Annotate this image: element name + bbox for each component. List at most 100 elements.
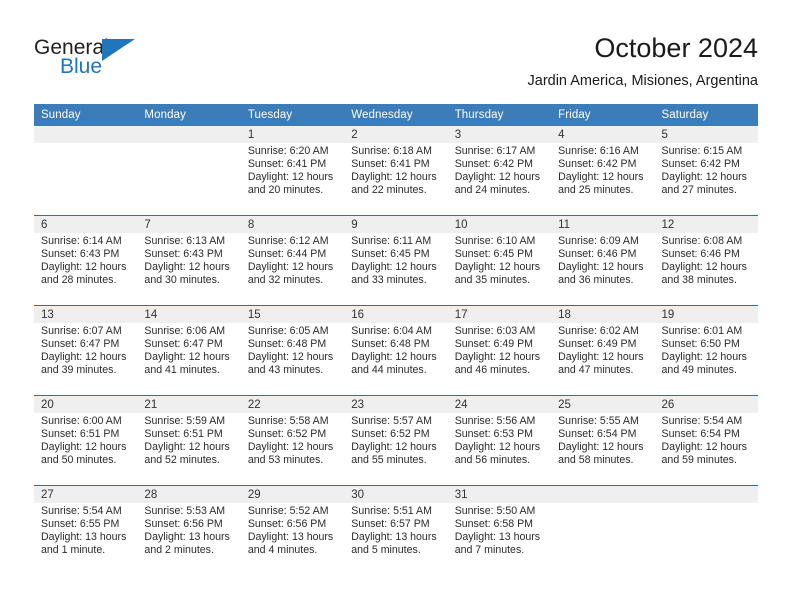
day-number: 1	[240, 126, 345, 143]
day-details: Sunrise: 5:55 AM Sunset: 6:54 PM Dayligh…	[551, 413, 654, 467]
page-subtitle: Jardin America, Misiones, Argentina	[527, 73, 759, 89]
day-cell[interactable]	[137, 126, 241, 216]
day-cell[interactable]: 18 Sunrise: 6:02 AM Sunset: 6:49 PM Dayl…	[551, 305, 655, 396]
general-blue-logo[interactable]: General Blue	[34, 36, 214, 88]
day-details: Sunrise: 5:51 AM Sunset: 6:57 PM Dayligh…	[344, 503, 447, 557]
sunset-text: Sunset: 6:52 PM	[247, 427, 327, 440]
daylight-text: Daylight: 12 hours and 30 minutes.	[144, 260, 230, 286]
daylight-text: Daylight: 12 hours and 28 minutes.	[41, 260, 127, 286]
day-cell[interactable]: 31 Sunrise: 5:50 AM Sunset: 6:58 PM Dayl…	[447, 485, 552, 575]
day-cell[interactable]	[654, 485, 758, 575]
day-cell[interactable]: 29 Sunrise: 5:52 AM Sunset: 6:56 PM Dayl…	[240, 485, 345, 575]
day-number: 30	[344, 486, 448, 503]
sunset-text: Sunset: 6:56 PM	[144, 517, 223, 530]
day-number: 19	[654, 306, 758, 323]
day-cell[interactable]: 2 Sunrise: 6:18 AM Sunset: 6:41 PM Dayli…	[344, 126, 448, 216]
day-cell[interactable]: 3 Sunrise: 6:17 AM Sunset: 6:42 PM Dayli…	[447, 126, 552, 216]
day-number: 6	[34, 216, 138, 233]
daylight-text: Daylight: 12 hours and 38 minutes.	[661, 260, 747, 286]
day-cell[interactable]: 7 Sunrise: 6:13 AM Sunset: 6:43 PM Dayli…	[137, 215, 241, 306]
sunrise-text: Sunrise: 5:52 AM	[247, 505, 329, 517]
day-cell[interactable]: 20 Sunrise: 6:00 AM Sunset: 6:51 PM Dayl…	[34, 395, 138, 486]
day-cell[interactable]: 10 Sunrise: 6:10 AM Sunset: 6:45 PM Dayl…	[447, 215, 552, 306]
daylight-text: Daylight: 12 hours and 52 minutes.	[144, 440, 230, 466]
day-details: Sunrise: 6:08 AM Sunset: 6:46 PM Dayligh…	[655, 233, 758, 287]
sunset-text: Sunset: 6:50 PM	[661, 337, 740, 350]
sunrise-text: Sunrise: 5:54 AM	[41, 505, 122, 517]
day-details: Sunrise: 6:05 AM Sunset: 6:48 PM Dayligh…	[241, 323, 344, 377]
sunrise-text: Sunrise: 6:03 AM	[454, 325, 536, 337]
sunset-text: Sunset: 6:56 PM	[247, 517, 327, 530]
day-cell[interactable]: 28 Sunrise: 5:53 AM Sunset: 6:56 PM Dayl…	[137, 485, 241, 575]
day-cell[interactable]: 24 Sunrise: 5:56 AM Sunset: 6:53 PM Dayl…	[447, 395, 552, 486]
day-cell[interactable]: 16 Sunrise: 6:04 AM Sunset: 6:48 PM Dayl…	[344, 305, 448, 396]
daylight-text: Daylight: 12 hours and 27 minutes.	[661, 170, 747, 196]
weekday-header-saturday: Saturday	[654, 104, 758, 126]
sunrise-text: Sunrise: 5:51 AM	[351, 505, 432, 517]
day-cell[interactable]	[34, 126, 138, 216]
sunrise-text: Sunrise: 6:15 AM	[661, 145, 743, 157]
day-details: Sunrise: 5:53 AM Sunset: 6:56 PM Dayligh…	[137, 503, 240, 557]
daylight-text: Daylight: 13 hours and 4 minutes.	[247, 530, 334, 556]
day-number: 24	[447, 396, 552, 413]
sunrise-text: Sunrise: 6:18 AM	[351, 145, 432, 157]
day-number: 5	[654, 126, 758, 143]
weekday-header-wednesday: Wednesday	[344, 104, 448, 126]
sunrise-text: Sunrise: 6:01 AM	[661, 325, 743, 337]
daylight-text: Daylight: 12 hours and 58 minutes.	[558, 440, 644, 466]
day-details: Sunrise: 6:14 AM Sunset: 6:43 PM Dayligh…	[34, 233, 137, 287]
day-cell[interactable]: 17 Sunrise: 6:03 AM Sunset: 6:49 PM Dayl…	[447, 305, 552, 396]
day-cell[interactable]: 19 Sunrise: 6:01 AM Sunset: 6:50 PM Dayl…	[654, 305, 758, 396]
day-cell[interactable]: 6 Sunrise: 6:14 AM Sunset: 6:43 PM Dayli…	[34, 215, 138, 306]
logo-text-blue: Blue	[60, 55, 103, 78]
day-cell[interactable]: 13 Sunrise: 6:07 AM Sunset: 6:47 PM Dayl…	[34, 305, 138, 396]
day-number: 26	[654, 396, 758, 413]
day-details: Sunrise: 5:59 AM Sunset: 6:51 PM Dayligh…	[137, 413, 240, 467]
day-cell[interactable]: 25 Sunrise: 5:55 AM Sunset: 6:54 PM Dayl…	[551, 395, 655, 486]
day-cell[interactable]: 15 Sunrise: 6:05 AM Sunset: 6:48 PM Dayl…	[240, 305, 345, 396]
day-cell[interactable]: 12 Sunrise: 6:08 AM Sunset: 6:46 PM Dayl…	[654, 215, 758, 306]
sunrise-text: Sunrise: 5:54 AM	[661, 415, 743, 427]
sunset-text: Sunset: 6:52 PM	[351, 427, 430, 440]
sunrise-text: Sunrise: 5:57 AM	[351, 415, 432, 427]
day-cell[interactable]: 4 Sunrise: 6:16 AM Sunset: 6:42 PM Dayli…	[551, 126, 655, 216]
day-details: Sunrise: 5:54 AM Sunset: 6:55 PM Dayligh…	[34, 503, 137, 557]
day-details: Sunrise: 6:13 AM Sunset: 6:43 PM Dayligh…	[137, 233, 240, 287]
day-cell[interactable]	[551, 485, 655, 575]
sunrise-sunset-calendar: Sunday Monday Tuesday Wednesday Thursday…	[34, 104, 758, 575]
daylight-text: Daylight: 12 hours and 56 minutes.	[454, 440, 541, 466]
day-details: Sunrise: 6:09 AM Sunset: 6:46 PM Dayligh…	[551, 233, 654, 287]
day-number: 9	[344, 216, 448, 233]
sunrise-text: Sunrise: 6:00 AM	[41, 415, 122, 427]
day-cell[interactable]: 14 Sunrise: 6:06 AM Sunset: 6:47 PM Dayl…	[137, 305, 241, 396]
day-cell[interactable]: 21 Sunrise: 5:59 AM Sunset: 6:51 PM Dayl…	[137, 395, 241, 486]
sunset-text: Sunset: 6:49 PM	[558, 337, 637, 350]
day-details: Sunrise: 6:17 AM Sunset: 6:42 PM Dayligh…	[448, 143, 551, 197]
calendar-week-row: 13 Sunrise: 6:07 AM Sunset: 6:47 PM Dayl…	[34, 305, 758, 396]
daylight-text: Daylight: 12 hours and 53 minutes.	[247, 440, 334, 466]
day-cell[interactable]: 22 Sunrise: 5:58 AM Sunset: 6:52 PM Dayl…	[240, 395, 345, 486]
day-cell[interactable]: 26 Sunrise: 5:54 AM Sunset: 6:54 PM Dayl…	[654, 395, 758, 486]
weekday-header-tuesday: Tuesday	[240, 104, 345, 126]
day-cell[interactable]: 8 Sunrise: 6:12 AM Sunset: 6:44 PM Dayli…	[240, 215, 345, 306]
sunrise-text: Sunrise: 6:12 AM	[247, 235, 329, 247]
day-number	[34, 126, 138, 143]
daylight-text: Daylight: 13 hours and 5 minutes.	[351, 530, 437, 556]
day-number: 14	[137, 306, 241, 323]
sunrise-text: Sunrise: 6:13 AM	[144, 235, 226, 247]
daylight-text: Daylight: 12 hours and 44 minutes.	[351, 350, 437, 376]
day-cell[interactable]: 27 Sunrise: 5:54 AM Sunset: 6:55 PM Dayl…	[34, 485, 138, 575]
day-number: 11	[551, 216, 655, 233]
daylight-text: Daylight: 12 hours and 35 minutes.	[454, 260, 541, 286]
day-cell[interactable]: 30 Sunrise: 5:51 AM Sunset: 6:57 PM Dayl…	[344, 485, 448, 575]
daylight-text: Daylight: 12 hours and 25 minutes.	[558, 170, 644, 196]
day-cell[interactable]: 1 Sunrise: 6:20 AM Sunset: 6:41 PM Dayli…	[240, 126, 345, 216]
day-cell[interactable]: 11 Sunrise: 6:09 AM Sunset: 6:46 PM Dayl…	[551, 215, 655, 306]
day-cell[interactable]: 9 Sunrise: 6:11 AM Sunset: 6:45 PM Dayli…	[344, 215, 448, 306]
day-cell[interactable]: 23 Sunrise: 5:57 AM Sunset: 6:52 PM Dayl…	[344, 395, 448, 486]
daylight-text: Daylight: 12 hours and 41 minutes.	[144, 350, 230, 376]
day-cell[interactable]: 5 Sunrise: 6:15 AM Sunset: 6:42 PM Dayli…	[654, 126, 758, 216]
day-number: 15	[240, 306, 345, 323]
sunrise-text: Sunrise: 6:07 AM	[41, 325, 122, 337]
sunset-text: Sunset: 6:57 PM	[351, 517, 430, 530]
